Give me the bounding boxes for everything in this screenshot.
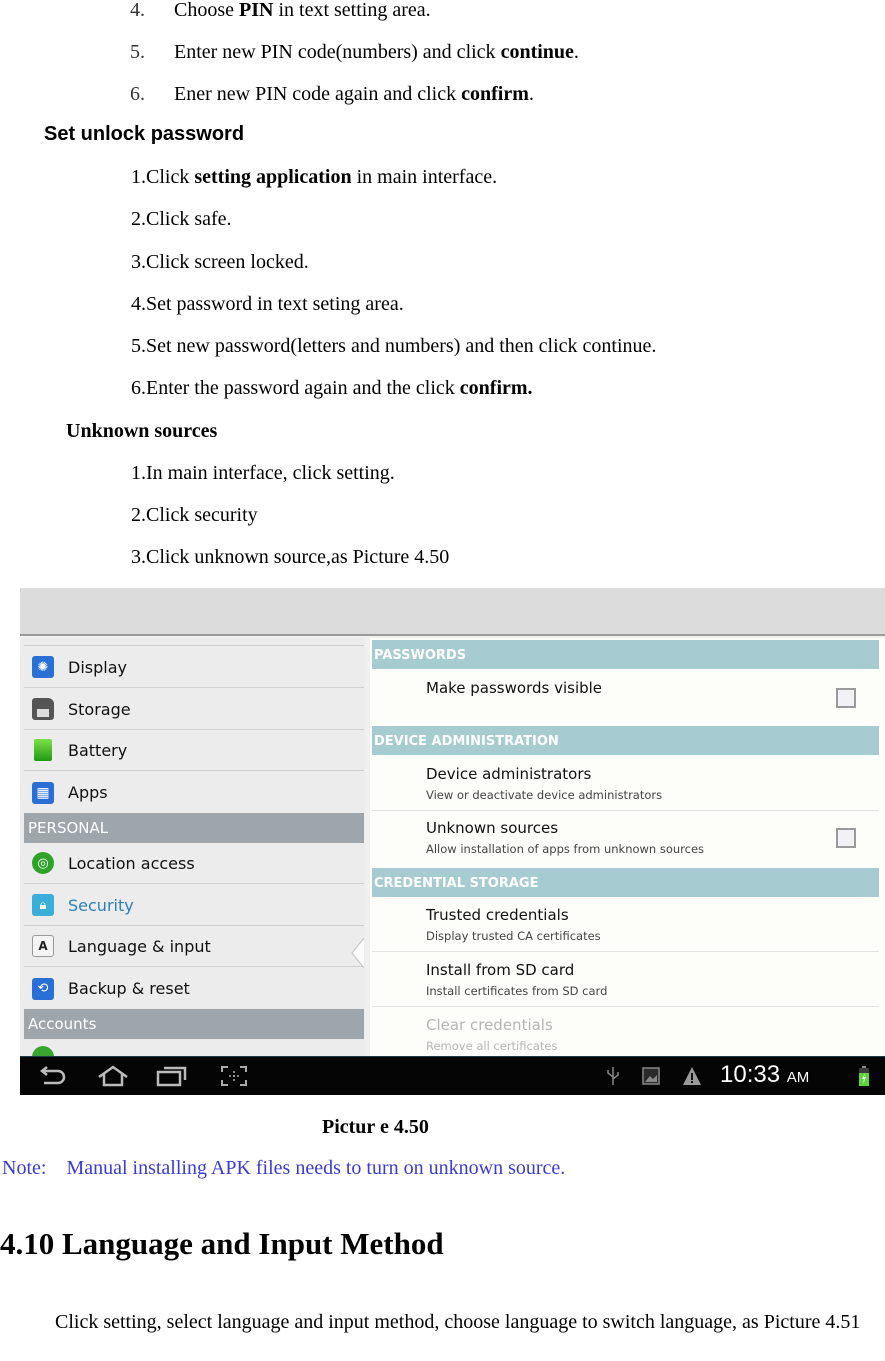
unlock-password-heading: Set unlock password: [44, 123, 245, 145]
figure-caption: Pictur e 4.50: [322, 1116, 429, 1138]
screenshot-icon[interactable]: [220, 1065, 248, 1087]
home-icon[interactable]: [96, 1065, 130, 1087]
system-navigation-bar: 10:33 AM: [20, 1056, 885, 1095]
pin-step-4: 4. Choose PIN in text setting area.: [130, 0, 431, 21]
unknown-step-1: 1.In main interface, click setting.: [131, 462, 395, 484]
unlock-step-1: 1.Click setting application in main inte…: [131, 166, 498, 188]
section-device-administration: DEVICE ADMINISTRATION: [372, 726, 879, 755]
security-settings-screenshot: ✺ Display Storage Battery ▦ Apps PERSONA…: [20, 588, 885, 1095]
recent-apps-icon[interactable]: [156, 1065, 188, 1087]
nav-item-backup[interactable]: ⟲ Backup & reset: [24, 968, 364, 1009]
accounts-header: Accounts: [24, 1009, 364, 1039]
apps-icon: ▦: [32, 781, 54, 804]
make-passwords-visible-checkbox[interactable]: [836, 688, 856, 708]
unlock-step-6: 6.Enter the password again and the click…: [131, 377, 533, 399]
pin-step-6: 6. Ener new PIN code again and click conf…: [130, 83, 534, 105]
status-clock: 10:33 AM: [720, 1061, 810, 1088]
settings-nav-pane: ✺ Display Storage Battery ▦ Apps PERSONA…: [20, 638, 365, 1060]
language-icon: A: [32, 935, 54, 957]
nav-item-battery[interactable]: Battery: [24, 730, 364, 771]
nav-item-security[interactable]: 🔒︎ Security: [24, 885, 364, 926]
note: Note: Manual installing APK files needs t…: [2, 1157, 566, 1179]
action-bar: [20, 588, 885, 636]
selected-pointer-icon: [351, 938, 364, 968]
battery-icon: [34, 739, 52, 761]
lock-icon: 🔒︎: [32, 894, 54, 916]
section-heading: 4.10 Language and Input Method: [0, 1226, 444, 1261]
unknown-sources-heading: Unknown sources: [66, 420, 218, 442]
nav-item-language[interactable]: A Language & input: [24, 926, 364, 967]
partial-item: [24, 638, 364, 646]
make-passwords-visible-item[interactable]: Make passwords visible: [372, 669, 879, 726]
unknown-sources-item[interactable]: Unknown sources Allow installation of ap…: [372, 811, 879, 868]
section-passwords: PASSWORDS: [372, 640, 879, 669]
security-detail-pane: PASSWORDS Make passwords visible DEVICE …: [370, 638, 885, 1056]
clear-credentials-item: Clear credentials Remove all certificate…: [426, 1016, 558, 1053]
gallery-notification-icon: [642, 1067, 660, 1085]
trusted-credentials-item[interactable]: Trusted credentials Display trusted CA c…: [372, 897, 879, 952]
install-from-sd-item[interactable]: Install from SD card Install certificate…: [372, 952, 879, 1007]
unlock-step-4: 4.Set password in text seting area.: [131, 293, 404, 315]
storage-icon: [32, 698, 54, 720]
section-credential-storage: CREDENTIAL STORAGE: [372, 868, 879, 897]
warning-icon: [683, 1067, 701, 1085]
usb-icon: [607, 1067, 619, 1085]
unknown-step-2: 2.Click security: [131, 504, 258, 526]
display-icon: ✺: [32, 656, 54, 678]
unlock-step-5: 5.Set new password(letters and numbers) …: [131, 335, 657, 357]
location-icon: ◎: [32, 852, 54, 874]
pin-step-5: 5. Enter new PIN code(numbers) and click …: [130, 41, 579, 63]
nav-item-storage[interactable]: Storage: [24, 689, 364, 730]
backup-icon: ⟲: [32, 977, 54, 1000]
unlock-step-2: 2.Click safe.: [131, 208, 232, 230]
unknown-step-3: 3.Click unknown source,as Picture 4.50: [131, 546, 450, 568]
unlock-step-3: 3.Click screen locked.: [131, 251, 309, 273]
back-icon[interactable]: [38, 1065, 68, 1087]
nav-item-display[interactable]: ✺ Display: [24, 647, 364, 688]
nav-item-location[interactable]: ◎ Location access: [24, 843, 364, 884]
personal-header: PERSONAL: [24, 813, 364, 843]
unknown-sources-checkbox[interactable]: [836, 828, 856, 848]
battery-charging-icon: [859, 1066, 869, 1086]
nav-item-apps[interactable]: ▦ Apps: [24, 772, 364, 813]
body-paragraph: Click setting, select language and input…: [55, 1311, 861, 1333]
device-administrators-item[interactable]: Device administrators View or deactivate…: [372, 755, 879, 811]
